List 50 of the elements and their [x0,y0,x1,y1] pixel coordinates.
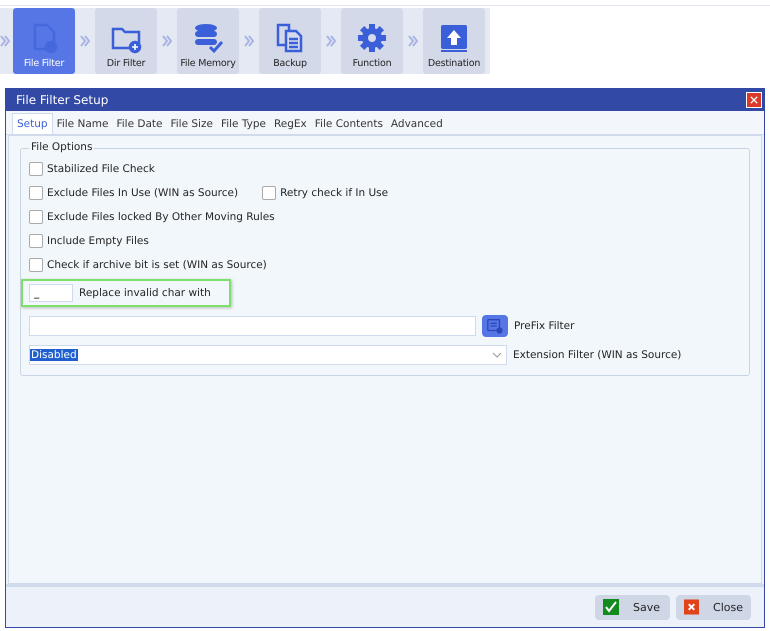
chevron-icon [80,35,90,47]
tab[interactable]: Setup [12,113,53,134]
checkbox-label: Include Empty Files [47,235,149,247]
chevron-icon [0,35,10,47]
close-button[interactable]: Close [676,594,751,620]
database-check-icon [192,22,224,54]
chevron-icon [244,35,254,47]
field-label: Extension Filter (WIN as Source) [513,349,682,361]
prefix-input-field[interactable] [29,316,476,336]
chevron-icon [408,35,418,47]
toolbar-button[interactable]: Backup [259,8,321,74]
checkbox-label: Stabilized File Check [47,163,155,175]
toolbar-button[interactable]: Destination [423,8,485,74]
checkbox-label: Exclude Files locked By Other Moving Rules [47,211,275,223]
list-plus-icon[interactable] [482,315,508,337]
extension-dropdown[interactable]: Disabled [29,345,507,365]
toolbar-button[interactable]: Function [341,8,403,74]
checkbox-label: Retry check if In Use [280,187,388,199]
tab[interactable]: File Type [216,113,270,134]
checkbox[interactable] [29,234,43,248]
tab[interactable]: RegEx [270,113,311,134]
close-icon[interactable] [746,92,762,108]
checkbox-label: Exclude Files In Use (WIN as Source) [47,187,238,199]
chevron-icon [162,35,172,47]
save-button[interactable]: Save [595,594,670,620]
checkbox[interactable] [262,186,276,200]
close-icon [684,599,700,615]
tab[interactable]: File Date [112,113,166,134]
gear-icon [356,22,388,54]
tab[interactable]: Advanced [386,113,447,134]
checkbox[interactable] [29,186,43,200]
window-title: File Filter Setup [16,93,108,107]
tab[interactable]: File Name [52,113,112,134]
toolbar-button[interactable]: Dir Filter [95,8,157,74]
checkbox[interactable] [29,258,43,272]
tab[interactable]: File Size [166,113,217,134]
tab[interactable]: File Contents [310,113,387,134]
group-title: File Options [29,141,94,153]
caret-icon [492,352,502,358]
input-field[interactable]: _ [29,284,73,302]
toolbar-button[interactable]: File Filter [13,8,75,74]
chevron-icon [326,35,336,47]
checkbox[interactable] [29,162,43,176]
field-label: Replace invalid char with [79,287,211,299]
toolbar-button[interactable]: File Memory [177,8,239,74]
checkbox-label: Check if archive bit is set (WIN as Source) [47,259,267,271]
field-label: PreFix Filter [514,320,574,332]
check-icon [603,599,619,615]
checkbox[interactable] [29,210,43,224]
upload-icon [438,22,470,54]
